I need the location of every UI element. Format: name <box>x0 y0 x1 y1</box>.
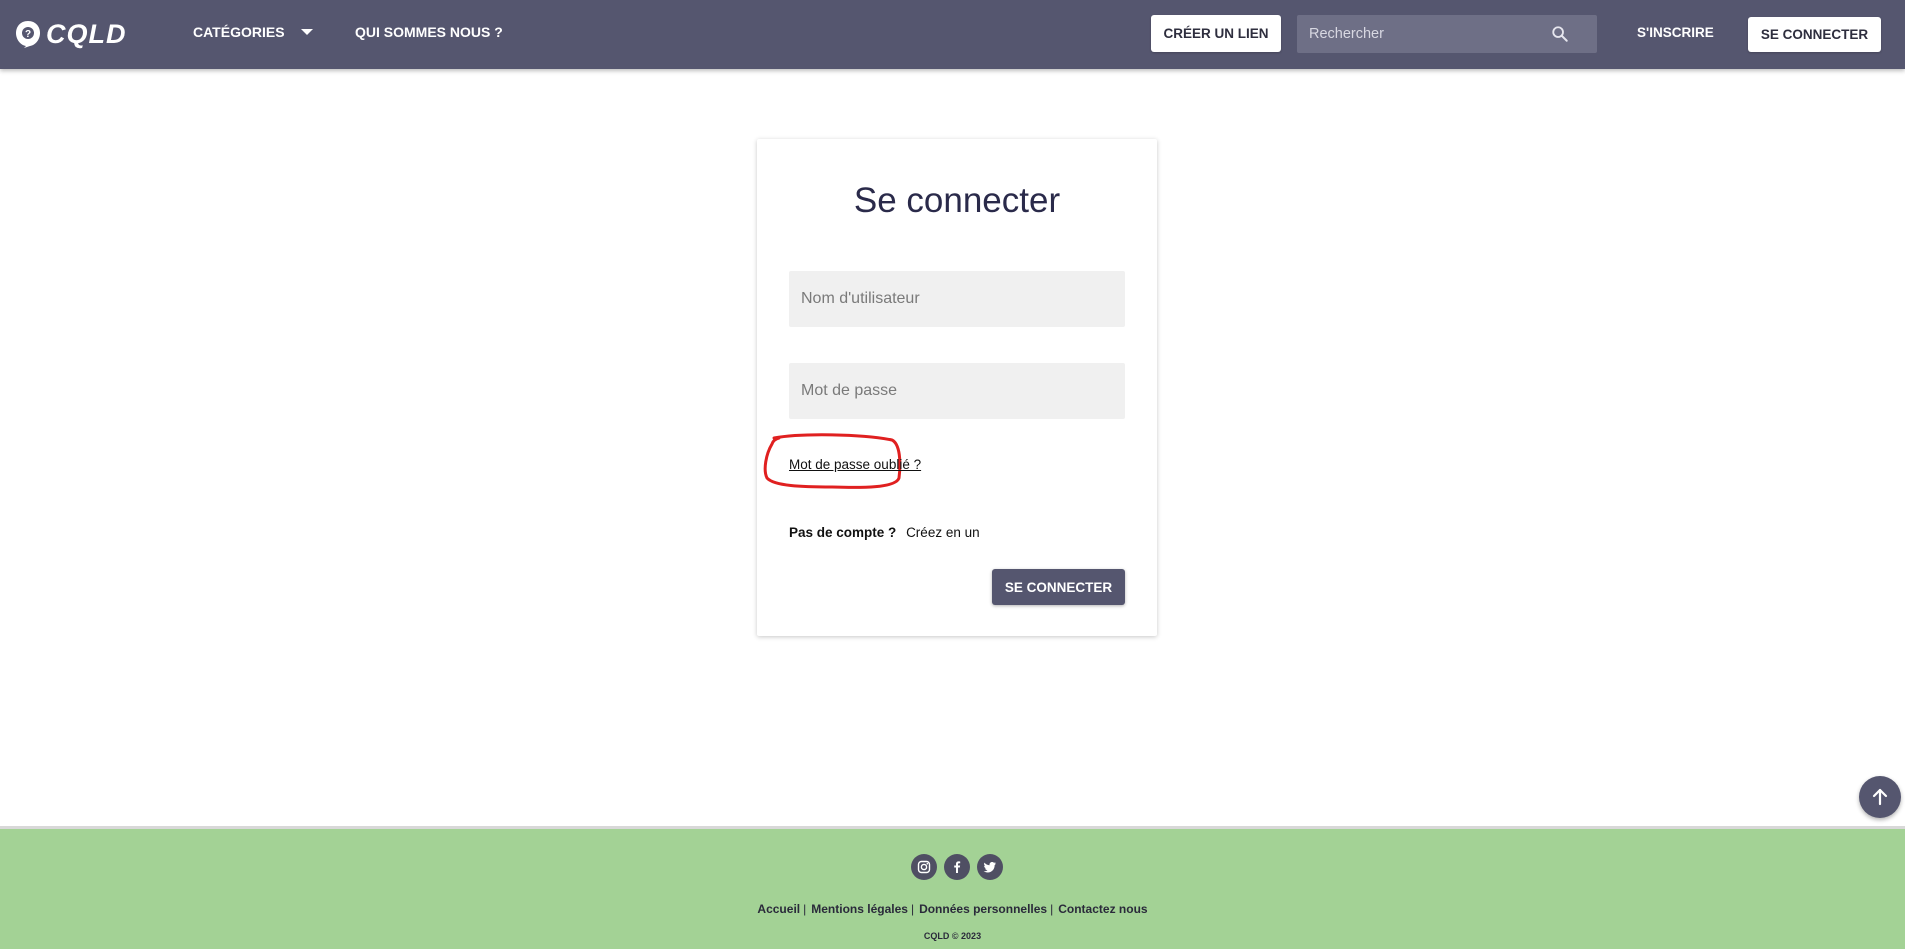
social-links <box>911 854 1003 880</box>
footer-separator: | <box>1050 902 1054 916</box>
facebook-icon[interactable] <box>944 854 970 880</box>
arrow-up-icon <box>1872 788 1888 806</box>
nav-about-link[interactable]: QUI SOMMES NOUS ? <box>355 24 503 40</box>
signup-link[interactable]: S'INSCRIRE <box>1637 25 1714 40</box>
scroll-top-button[interactable] <box>1859 776 1901 818</box>
forgot-password-link[interactable]: Mot de passe oublié ? <box>789 457 921 472</box>
footer-separator: | <box>910 902 915 916</box>
footer-link-home[interactable]: Accueil <box>757 902 800 916</box>
nav-categories-label: CATÉGORIES <box>193 24 285 40</box>
search-icon[interactable] <box>1551 25 1569 43</box>
footer-links: Accueil | Mentions légales | Données per… <box>0 902 1905 916</box>
instagram-icon[interactable] <box>911 854 937 880</box>
site-logo[interactable]: ? CQLD <box>14 17 127 51</box>
top-navbar: ? CQLD CATÉGORIES QUI SOMMES NOUS ? CRÉE… <box>0 0 1905 69</box>
site-footer: Accueil | Mentions légales | Données per… <box>0 826 1905 949</box>
login-card: Se connecter Mot de passe oublié ? Pas d… <box>757 139 1157 636</box>
footer-link-privacy[interactable]: Données personnelles <box>919 902 1047 916</box>
create-link-button[interactable]: CRÉER UN LIEN <box>1151 15 1281 52</box>
logo-text: CQLD <box>46 18 127 49</box>
logo-icon: ? <box>16 21 40 48</box>
footer-link-legal[interactable]: Mentions légales <box>811 902 908 916</box>
nav-categories-dropdown[interactable]: CATÉGORIES <box>193 24 313 40</box>
no-account-text: Pas de compte ? <box>789 525 897 540</box>
login-title: Se connecter <box>853 181 1061 220</box>
search-bar <box>1297 15 1597 53</box>
password-field[interactable] <box>789 363 1125 419</box>
header-login-button[interactable]: SE CONNECTER <box>1748 17 1881 52</box>
login-submit-button[interactable]: SE CONNECTER <box>992 569 1125 605</box>
caret-down-icon <box>300 29 313 35</box>
twitter-icon[interactable] <box>977 854 1003 880</box>
copyright-text: CQLD © 2023 <box>923 931 982 941</box>
username-field[interactable] <box>789 271 1125 327</box>
svg-text:?: ? <box>25 29 31 40</box>
no-account-row: Pas de compte ? Créez en un <box>789 525 980 540</box>
search-input[interactable] <box>1297 15 1547 53</box>
footer-link-contact[interactable]: Contactez nous <box>1058 902 1147 916</box>
footer-separator: | <box>803 902 807 916</box>
create-account-link[interactable]: Créez en un <box>906 525 980 540</box>
